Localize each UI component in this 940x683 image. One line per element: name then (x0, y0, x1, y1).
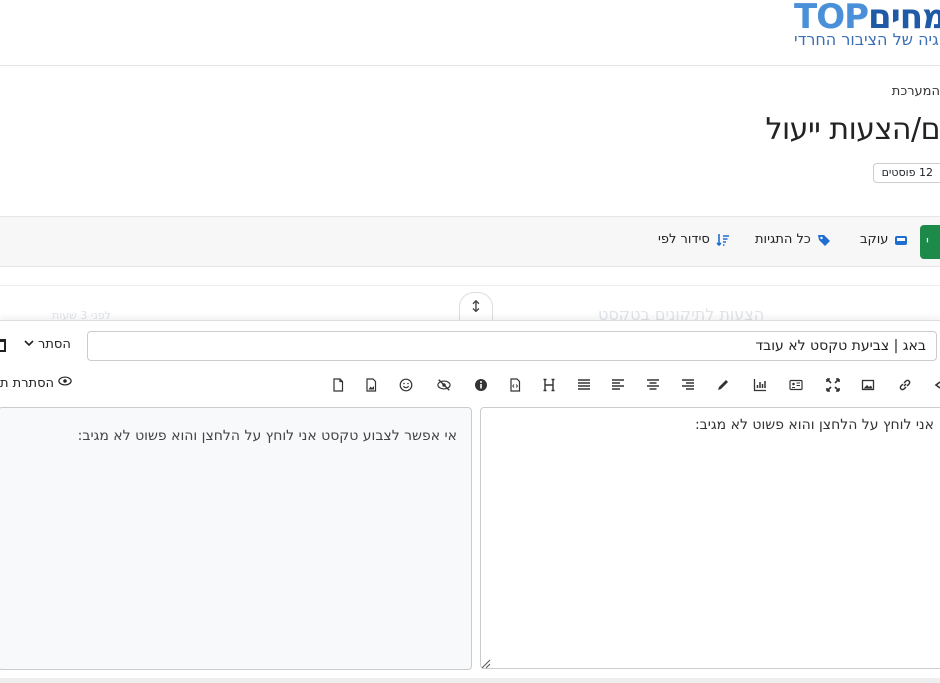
page-title: ם/הצעות ייעול (765, 112, 940, 147)
fullscreen-icon[interactable] (823, 375, 843, 395)
info-icon[interactable] (471, 375, 491, 395)
watching-button[interactable]: עוקב (860, 230, 908, 250)
chevron-down-icon (24, 337, 34, 352)
tags-icon (817, 233, 831, 247)
file-icon[interactable] (328, 375, 348, 395)
hide-label: הסתר (38, 337, 71, 352)
preview-toggle-label: הסתרת ת (0, 375, 55, 391)
eye-icon (58, 375, 72, 391)
justify-icon[interactable] (574, 375, 594, 395)
posts-count-badge: 12 פוסטים (872, 163, 940, 183)
sort-button[interactable]: סידור לפי (658, 230, 730, 250)
sort-icon (716, 233, 730, 247)
vertical-arrows-icon: ↕ (469, 297, 483, 316)
align-right-icon[interactable] (678, 375, 698, 395)
image-icon[interactable] (858, 375, 878, 395)
heading-icon[interactable] (539, 375, 559, 395)
post-preview: אי אפשר לצבוע טקסט אני לוחץ על הלחצן והו… (0, 407, 472, 670)
formatting-toolbar (330, 375, 940, 395)
sort-label: סידור לפי (658, 232, 710, 247)
inbox-icon (894, 233, 908, 247)
watching-label: עוקב (860, 232, 889, 247)
toggle-preview-button[interactable]: הסתרת ת (0, 375, 72, 391)
align-left-icon[interactable] (608, 375, 628, 395)
category-toolbar: י עוקב כל התגיות סידור לפי (0, 216, 940, 267)
site-header: TOPמחים הגיה של הציבור החרדי (0, 0, 940, 66)
align-center-icon[interactable] (643, 375, 663, 395)
all-tags-button[interactable]: כל התגיות (755, 230, 831, 250)
breadcrumb[interactable]: המערכת (892, 84, 940, 99)
logo-wordmark: TOPמחים (794, 0, 940, 34)
composer-footer (0, 678, 940, 683)
preview-paragraph: אי אפשר לצבוע טקסט אני לוחץ על הלחצן והו… (77, 428, 457, 444)
post-body-editor[interactable]: אני לוחץ על הלחצן והוא פשוט לא מגיב: (480, 407, 940, 669)
smile-icon[interactable] (396, 375, 416, 395)
topic-title-input[interactable] (87, 331, 937, 361)
all-tags-label: כל התגיות (755, 232, 811, 247)
resize-grip-icon[interactable] (481, 659, 491, 669)
site-logo[interactable]: TOPמחים הגיה של הציבור החרדי (794, 0, 940, 50)
logo-tagline: הגיה של הציבור החרדי (794, 30, 940, 49)
eye-slash-icon[interactable] (434, 375, 454, 395)
code-file-icon[interactable] (505, 375, 525, 395)
link-icon[interactable] (895, 375, 915, 395)
chart-icon[interactable] (750, 375, 770, 395)
id-card-icon[interactable] (786, 375, 806, 395)
composer-resize-handle[interactable]: ↕ (459, 292, 493, 322)
new-topic-button[interactable]: י (920, 225, 940, 259)
file-image-icon[interactable] (361, 375, 381, 395)
quote-icon[interactable] (928, 375, 940, 395)
hide-composer-button[interactable]: הסתר (24, 337, 71, 352)
trash-icon[interactable] (0, 339, 6, 352)
pen-icon[interactable] (713, 375, 733, 395)
